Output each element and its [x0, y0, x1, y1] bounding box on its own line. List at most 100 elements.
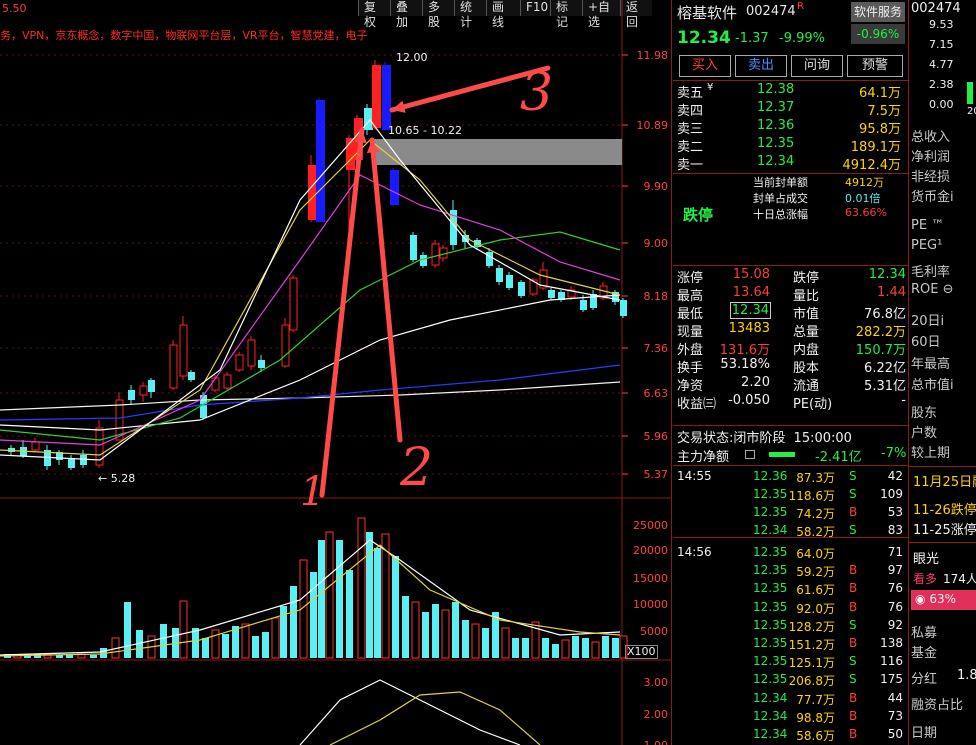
tick-row: 12.35 206.8万 S 175 [673, 672, 905, 690]
sidebar-item[interactable]: 毛利率 [911, 261, 950, 280]
sidebar-item[interactable]: 股东 [911, 402, 937, 421]
candle-body [179, 324, 188, 377]
indicator-line [299, 679, 521, 745]
tick-row: 12.35 92.0万 B 76 [673, 600, 905, 618]
stat-value: -0.050 [728, 393, 770, 408]
tick-price: 12.34 [753, 690, 788, 705]
stat-value: 150.7万 [855, 343, 906, 358]
buy-button[interactable]: 买入 [679, 55, 731, 77]
ask-row[interactable]: 卖四 12.37 7.5万 [673, 100, 903, 119]
candle-body [169, 344, 178, 389]
tick-side: S [849, 654, 857, 669]
sidebar-item[interactable]: 非经损 [911, 166, 950, 185]
stat-value: 15.08 [732, 267, 770, 282]
trade-state-label: 交易状态: [677, 431, 734, 446]
volume-bar [160, 624, 167, 658]
tick-side: B [849, 581, 858, 596]
sidebar-item[interactable]: PEG¹ [911, 238, 942, 253]
volume-bar [262, 632, 269, 658]
sidebar-item[interactable]: 20日i [911, 310, 944, 329]
inquiry-button[interactable]: 问询 [791, 55, 843, 77]
volume-bar [271, 617, 280, 659]
right-sidebar: 002474 9.53 7.15 4.77 2.38 0.00 20 总收入净利润非经损货… [908, 0, 976, 745]
tick-count: 76 [887, 581, 903, 596]
ask-price: 12.36 [757, 118, 795, 133]
volume-bar [512, 638, 519, 658]
tick-count: 50 [887, 727, 903, 741]
volume-bar [252, 636, 259, 658]
ask-row[interactable]: 卖五 ¥12.38 64.1万 [673, 82, 903, 101]
stat-row: 最高 13.64 量比 1.44 [673, 285, 908, 304]
news-item-2[interactable]: 11-26跌停 [913, 499, 976, 518]
tick-row: 12.35 61.6万 B 76 [673, 581, 905, 599]
news-item-1[interactable]: 11月25日融 [913, 471, 976, 490]
sidebar-bottom-item[interactable]: 私募 [911, 622, 937, 641]
candle-body [506, 275, 513, 288]
volume-bar [482, 628, 489, 658]
tick-volume: 125.1万 [788, 656, 835, 671]
sidebar-item[interactable]: 较上期 [911, 442, 950, 461]
candle-body [316, 100, 325, 222]
ask-label: 卖四 [677, 104, 704, 119]
tick-count: 109 [880, 487, 903, 501]
sidebar-bottom-item[interactable]: 分红 [911, 668, 937, 687]
main-flow-list-icon[interactable] [745, 450, 755, 459]
divider [909, 466, 976, 467]
volume-bar [357, 517, 366, 659]
sidebar-bottom-item[interactable]: 融资占比 [911, 694, 963, 713]
ask-row[interactable]: 卖三 12.36 95.8万 [673, 118, 903, 137]
stock-name: 榕基软件 [677, 4, 738, 22]
volume-bar [374, 548, 381, 658]
stat-key: 总量 [793, 325, 820, 340]
sidebar-item[interactable]: 货币金i [911, 186, 954, 205]
stat-value: 1.44 [877, 285, 906, 300]
ask-row[interactable]: 卖一 12.34 4912.4万 [673, 154, 903, 173]
stat-key: 流通 [793, 379, 820, 394]
kline-chart-panel[interactable]: 复权 叠加 多股 统计 画线 F10 标记 +自选 返回 务，VPN，京东概念，数字中国，物联网… [0, 0, 672, 745]
news-item-3[interactable]: 11-25涨停 [913, 519, 976, 538]
tick-volume: 118.6万 [788, 489, 835, 503]
tick-row: 12.34 58.2万 S 83 [673, 523, 905, 541]
stat-key: 涨停 [677, 271, 704, 286]
sidebar-item[interactable]: PE ™ [911, 218, 944, 233]
tick-count: 138 [880, 636, 903, 650]
ma-line [0, 364, 621, 421]
stats-table: 涨停 15.08 跌停 12.34 最高 13.64 量比 1.44 最低 12.34 市值 76.8… [673, 267, 908, 427]
sidebar-bottom-item[interactable]: 日期 [911, 722, 937, 741]
seal-label: 十日总涨幅 [753, 208, 808, 221]
sidebar-bottom-item[interactable]: 基金 [911, 642, 937, 661]
tick-price: 12.34 [753, 708, 788, 723]
tick-row: 12.35 118.6万 S 109 [673, 487, 905, 505]
sidebar-item[interactable]: 总收入 [911, 126, 950, 145]
annotation-number: 1 [300, 469, 325, 515]
tick-count: 92 [887, 617, 903, 632]
current-price: 12.34 [677, 28, 731, 48]
low-price-value: 5.28 [110, 472, 136, 485]
sell-button[interactable]: 卖出 [735, 55, 787, 77]
sidebar-item[interactable]: 年最高 [911, 353, 950, 372]
stat-value: 13483 [728, 321, 770, 336]
sidebar-item[interactable]: 总市值i [911, 374, 954, 393]
tick-list[interactable]: 14:55 12.36 87.3万 S 42 12.35 118.6万 S 109 12.35 74… [673, 469, 908, 745]
stat-key: 收益㈢ [677, 397, 717, 412]
tick-side: S [849, 469, 857, 483]
ask-row[interactable]: 卖二 12.35 189.1万 [673, 136, 903, 155]
sidebar-item[interactable]: ROE ⊖ [911, 282, 954, 297]
sector-tag[interactable]: 软件服务 [851, 2, 905, 22]
stat-key: PE(动) [793, 397, 833, 412]
tick-time: 14:56 [677, 545, 712, 559]
tick-time: 14:55 [677, 469, 712, 483]
divider [673, 465, 908, 466]
volume-bar [501, 627, 510, 659]
volume-bar [325, 531, 334, 659]
seal-label: 当前封单额 [753, 176, 808, 189]
volume-bar [232, 626, 239, 658]
sidebar-item[interactable]: 净利润 [911, 146, 950, 165]
sidebar-item[interactable]: 户数 [911, 422, 937, 441]
stat-value: 5.31亿 [864, 379, 906, 394]
tick-row: 12.35 151.2万 B 138 [673, 636, 905, 654]
tick-side: S [849, 617, 857, 632]
alert-button[interactable]: 预警 [847, 55, 903, 77]
sidebar-item[interactable]: 60日 [911, 331, 941, 350]
tick-side: S [849, 487, 857, 501]
